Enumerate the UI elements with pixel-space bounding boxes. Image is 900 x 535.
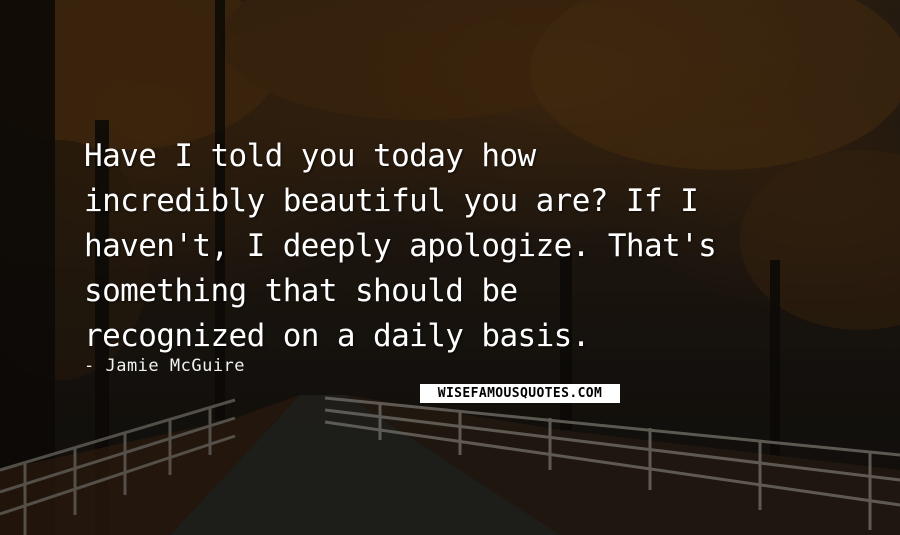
quote-line: something that should be [84,273,518,309]
quote-card: Have I told you today how incredibly bea… [0,0,900,535]
quote-line: incredibly beautiful you are? If I [84,183,699,219]
quote-line: recognized on a daily basis. [84,318,590,354]
quote-author: - Jamie McGuire [84,356,246,376]
quote-line: haven't, I deeply apologize. That's [84,228,717,264]
quote-text: Have I told you today how incredibly bea… [84,134,874,359]
quote-line: Have I told you today how [84,138,536,174]
site-watermark: WISEFAMOUSQUOTES.COM [420,384,620,403]
